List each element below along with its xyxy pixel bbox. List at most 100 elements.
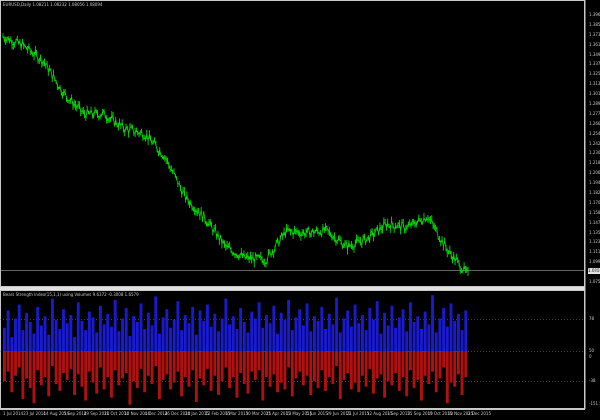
indicator-bar-positive bbox=[21, 330, 25, 351]
price-segment bbox=[46, 63, 49, 73]
indicator-axis-tick: -151.5 bbox=[589, 401, 600, 406]
indicator-bar-positive bbox=[408, 302, 412, 351]
indicator-bar-positive bbox=[6, 310, 10, 351]
price-segment bbox=[308, 228, 311, 237]
indicator-bar-positive bbox=[309, 331, 313, 351]
indicator-bar-negative bbox=[364, 351, 368, 387]
indicator-bar-negative bbox=[442, 351, 446, 368]
indicator-bar-negative bbox=[445, 351, 449, 404]
price-axis-tick: 1.34930 bbox=[589, 51, 600, 57]
indicator-bar-negative bbox=[73, 351, 77, 395]
main-chart-title: EURUSD,Daily 1.08211 1.08232 1.08056 1.0… bbox=[3, 2, 103, 7]
indicator-bar-negative bbox=[383, 351, 387, 398]
indicator-bar-negative bbox=[331, 351, 335, 384]
indicator-bar-positive bbox=[187, 323, 191, 351]
indicator-bar-negative bbox=[408, 351, 412, 371]
indicator-bar-positive bbox=[360, 315, 364, 351]
indicator-bar-positive bbox=[47, 334, 51, 351]
price-segment bbox=[133, 132, 136, 134]
price-axis-tick: 1.09940 bbox=[589, 259, 600, 265]
indicator-bar-positive bbox=[272, 305, 276, 351]
indicator-bar-positive bbox=[169, 327, 172, 351]
indicator-bar-negative bbox=[169, 351, 172, 390]
indicator-bar-negative bbox=[62, 351, 65, 373]
indicator-bar-positive bbox=[397, 317, 401, 351]
indicator-bar-positive bbox=[80, 320, 84, 351]
indicator-bar-positive bbox=[102, 324, 106, 351]
price-segment bbox=[361, 237, 364, 245]
indicator-bar-negative bbox=[453, 351, 457, 387]
indicator-bar-positive bbox=[324, 328, 327, 351]
indicator-histogram bbox=[3, 295, 468, 405]
indicator-bar-negative bbox=[427, 351, 431, 384]
indicator-bar-positive bbox=[268, 323, 272, 351]
indicator-bar-negative bbox=[176, 351, 180, 372]
indicator-bar-negative bbox=[39, 351, 43, 386]
indicator-bar-positive bbox=[132, 316, 136, 351]
indicator-bar-negative bbox=[165, 351, 169, 375]
indicator-bar-negative bbox=[224, 351, 228, 368]
price-axis-tick: 1.26600 bbox=[589, 120, 600, 126]
indicator-bar-negative bbox=[28, 351, 32, 389]
indicator-bar-negative bbox=[198, 351, 202, 379]
price-segment bbox=[369, 231, 372, 242]
indicator-bar-negative bbox=[124, 351, 128, 373]
indicator-bar-negative bbox=[301, 351, 305, 386]
indicator-axis-tick: 0 bbox=[589, 354, 592, 359]
indicator-bar-positive bbox=[464, 310, 468, 351]
indicator-bar-negative bbox=[183, 351, 187, 378]
price-series bbox=[2, 33, 469, 277]
indicator-bar-negative bbox=[239, 351, 243, 373]
indicator-bar-negative bbox=[313, 351, 316, 382]
indicator-bar-positive bbox=[10, 337, 14, 351]
indicator-bar-negative bbox=[335, 351, 339, 367]
indicator-bar-positive bbox=[117, 331, 121, 351]
indicator-bar-negative bbox=[464, 351, 468, 378]
pane-separator[interactable] bbox=[0, 287, 585, 290]
indicator-bar-negative bbox=[316, 351, 320, 389]
indicator-bar-positive bbox=[335, 297, 339, 351]
indicator-bar-positive bbox=[14, 318, 17, 351]
indicator-bar-negative bbox=[191, 351, 195, 371]
price-segment bbox=[274, 241, 277, 249]
indicator-bar-negative bbox=[290, 351, 294, 397]
price-axis-tick: 1.39690 bbox=[589, 12, 600, 17]
indicator-bar-positive bbox=[276, 333, 279, 351]
price-pane-border bbox=[0, 0, 585, 287]
indicator-bar-negative bbox=[121, 351, 124, 379]
indicator-bar-negative bbox=[283, 351, 287, 390]
indicator-bar-negative bbox=[276, 351, 279, 393]
indicator-bar-negative bbox=[84, 351, 88, 401]
indicator-bar-negative bbox=[431, 351, 434, 372]
indicator-bar-positive bbox=[342, 318, 346, 351]
indicator-bar-positive bbox=[135, 322, 139, 351]
indicator-bar-positive bbox=[456, 313, 460, 351]
indicator-bar-positive bbox=[121, 318, 124, 351]
indicator-bar-positive bbox=[290, 330, 294, 351]
indicator-bar-negative bbox=[423, 351, 427, 376]
price-segment bbox=[321, 226, 324, 236]
price-segment bbox=[64, 92, 67, 98]
indicator-bar-positive bbox=[54, 319, 58, 351]
indicator-bar-positive bbox=[261, 327, 265, 351]
indicator-bar-negative bbox=[261, 351, 265, 401]
indicator-bar-positive bbox=[298, 309, 302, 351]
indicator-bar-positive bbox=[239, 308, 243, 351]
price-segment bbox=[203, 212, 206, 221]
indicator-bar-positive bbox=[420, 328, 423, 351]
indicator-bar-negative bbox=[135, 351, 139, 389]
indicator-bar-positive bbox=[194, 334, 198, 351]
indicator-bar-positive bbox=[25, 312, 29, 351]
indicator-axis-tick: 50 bbox=[589, 348, 595, 353]
indicator-bar-positive bbox=[224, 298, 228, 351]
indicator-bar-negative bbox=[172, 351, 176, 383]
indicator-bar-negative bbox=[65, 351, 69, 380]
indicator-bar-negative bbox=[150, 351, 154, 384]
indicator-bar-positive bbox=[202, 320, 206, 351]
price-segment bbox=[132, 127, 135, 134]
indicator-bar-positive bbox=[146, 312, 150, 351]
indicator-bar-negative bbox=[390, 351, 394, 386]
indicator-bar-negative bbox=[342, 351, 346, 380]
indicator-bar-positive bbox=[364, 330, 368, 351]
indicator-bar-negative bbox=[69, 351, 73, 369]
